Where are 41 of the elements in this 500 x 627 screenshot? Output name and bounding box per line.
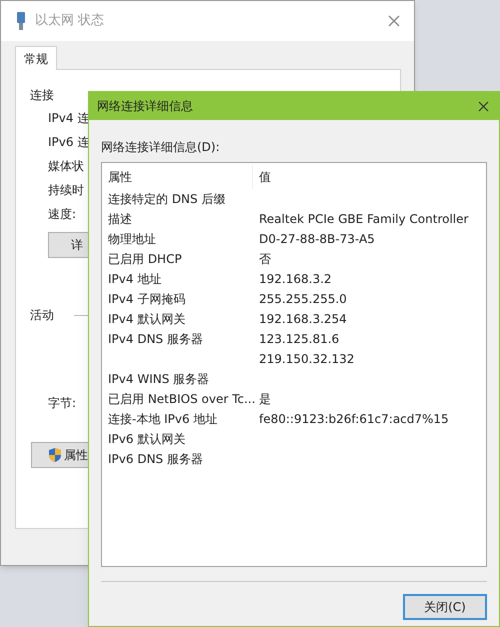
property-cell: 连接-本地 IPv6 地址 [108, 412, 218, 426]
value-cell: 123.125.81.6 [259, 332, 340, 346]
property-cell: IPv4 默认网关 [108, 312, 186, 326]
value-cell: 192.168.3.2 [259, 272, 332, 286]
property-cell: 物理地址 [108, 232, 156, 246]
section-heading: 活动 [30, 307, 54, 324]
column-header[interactable]: 属性 [102, 165, 253, 189]
tab[interactable]: 常规 [15, 46, 57, 70]
value-cell: 否 [259, 252, 271, 266]
property-cell: 已启用 NetBIOS over Tc... [108, 392, 256, 406]
property-cell: IPv4 WINS 服务器 [108, 372, 210, 386]
close-icon[interactable] [388, 15, 400, 27]
value-cell: 255.255.255.0 [259, 292, 347, 306]
value-cell: fe80::9123:b26f:61c7:acd7%15 [259, 412, 449, 426]
window-title: 以太网 状态 [35, 12, 104, 30]
value-cell: 是 [259, 392, 271, 406]
value-cell: D0-27-88-8B-73-A5 [259, 232, 375, 246]
property-cell: IPv6 默认网关 [108, 432, 186, 446]
field-label: 速度: [48, 206, 76, 223]
value-cell: Realtek PCIe GBE Family Controller [259, 212, 468, 226]
property-cell: 描述 [108, 212, 132, 226]
property-cell: IPv4 地址 [108, 272, 162, 286]
dialog-title: 网络连接详细信息 [97, 98, 193, 115]
close-button[interactable]: 关闭(C) [403, 594, 487, 620]
list-label: 网络连接详细信息(D): [101, 139, 220, 156]
property-cell: IPv4 子网掩码 [108, 292, 186, 306]
shield-icon [48, 447, 62, 463]
close-icon[interactable] [478, 100, 489, 112]
value-cell: 192.168.3.254 [259, 312, 347, 326]
property-cell: IPv6 DNS 服务器 [108, 452, 203, 466]
column-header[interactable]: 值 [253, 165, 486, 189]
property-cell: 已启用 DHCP [108, 252, 182, 266]
property-cell: 连接特定的 DNS 后缀 [108, 192, 226, 206]
field-label: 媒体状 [48, 158, 84, 175]
property-cell: IPv4 DNS 服务器 [108, 332, 203, 346]
field-label: 字节: [48, 395, 76, 412]
value-cell: 219.150.32.132 [259, 352, 354, 366]
properties-button[interactable]: 属性 [31, 442, 91, 468]
field-label: 持续时 [48, 182, 84, 199]
network-cable-icon [15, 11, 27, 31]
section-heading: 连接 [30, 87, 54, 104]
